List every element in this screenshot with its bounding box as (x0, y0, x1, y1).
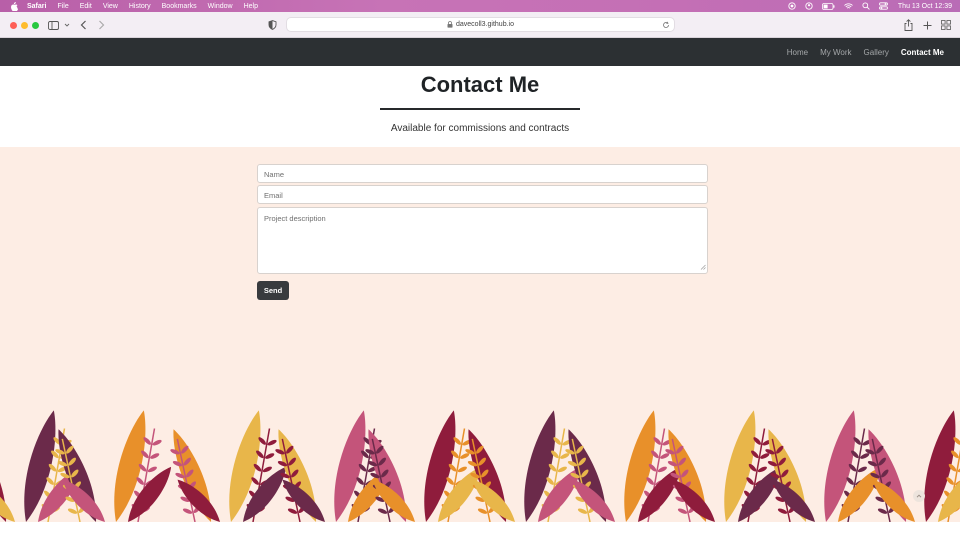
forward-icon[interactable] (98, 19, 105, 31)
menu-history[interactable]: History (129, 3, 151, 10)
page-header: Contact Me Available for commissions and… (0, 66, 960, 147)
address-bar[interactable]: davecoll3.github.io (286, 17, 675, 32)
lock-icon (447, 21, 453, 28)
browser-toolbar: davecoll3.github.io (0, 12, 960, 38)
send-button[interactable]: Send (257, 281, 289, 300)
menu-view[interactable]: View (103, 3, 118, 10)
menu-file[interactable]: File (57, 3, 68, 10)
record-icon[interactable] (788, 2, 796, 10)
contact-section: Name Email Project description Send (0, 147, 960, 522)
control-center-icon[interactable] (879, 2, 888, 10)
email-placeholder: Email (264, 191, 283, 200)
email-input[interactable]: Email (257, 185, 708, 204)
back-icon[interactable] (80, 19, 87, 31)
nav-gallery[interactable]: Gallery (864, 48, 889, 57)
site-navbar: Home My Work Gallery Contact Me (0, 38, 960, 66)
clock[interactable]: Thu 13 Oct 12:39 (898, 3, 952, 10)
menu-safari[interactable]: Safari (27, 3, 46, 10)
wifi-icon[interactable] (844, 2, 853, 10)
apple-icon[interactable] (9, 1, 19, 11)
nav-my-work[interactable]: My Work (820, 48, 851, 57)
zoom-window-button[interactable] (32, 22, 39, 29)
new-tab-icon[interactable] (923, 19, 932, 31)
back-to-top-button[interactable] (913, 490, 925, 502)
chevron-down-icon[interactable] (64, 19, 70, 31)
menu-bookmarks[interactable]: Bookmarks (162, 3, 197, 10)
menu-bar: Safari File Edit View History Bookmarks … (0, 0, 960, 12)
menu-window[interactable]: Window (208, 3, 233, 10)
resize-handle-icon[interactable] (700, 263, 706, 272)
nav-links: Home My Work Gallery Contact Me (775, 38, 944, 66)
tab-overview-icon[interactable] (941, 19, 951, 31)
description-placeholder: Project description (264, 214, 326, 223)
chevron-up-icon (916, 494, 922, 498)
sidebar-icon[interactable] (48, 19, 59, 31)
shield-icon[interactable] (268, 19, 277, 31)
reload-icon[interactable] (662, 21, 670, 29)
nav-contact-me[interactable]: Contact Me (901, 48, 944, 57)
project-description-textarea[interactable]: Project description (257, 207, 708, 274)
name-input[interactable]: Name (257, 164, 708, 183)
battery-icon[interactable] (822, 2, 835, 10)
search-icon[interactable] (862, 2, 870, 10)
name-placeholder: Name (264, 170, 285, 179)
url-text: davecoll3.github.io (456, 21, 514, 28)
page-title: Contact Me (420, 72, 540, 97)
menu-edit[interactable]: Edit (80, 3, 92, 10)
nav-home[interactable]: Home (787, 48, 808, 57)
foliage-illustration (0, 410, 960, 522)
close-window-button[interactable] (10, 22, 17, 29)
user-icon[interactable] (805, 2, 813, 10)
page-subtitle: Available for commissions and contracts (390, 123, 570, 134)
title-divider (380, 108, 580, 110)
menu-help[interactable]: Help (244, 3, 258, 10)
minimize-window-button[interactable] (21, 22, 28, 29)
share-icon[interactable] (904, 19, 913, 31)
page-bottom (0, 522, 960, 540)
